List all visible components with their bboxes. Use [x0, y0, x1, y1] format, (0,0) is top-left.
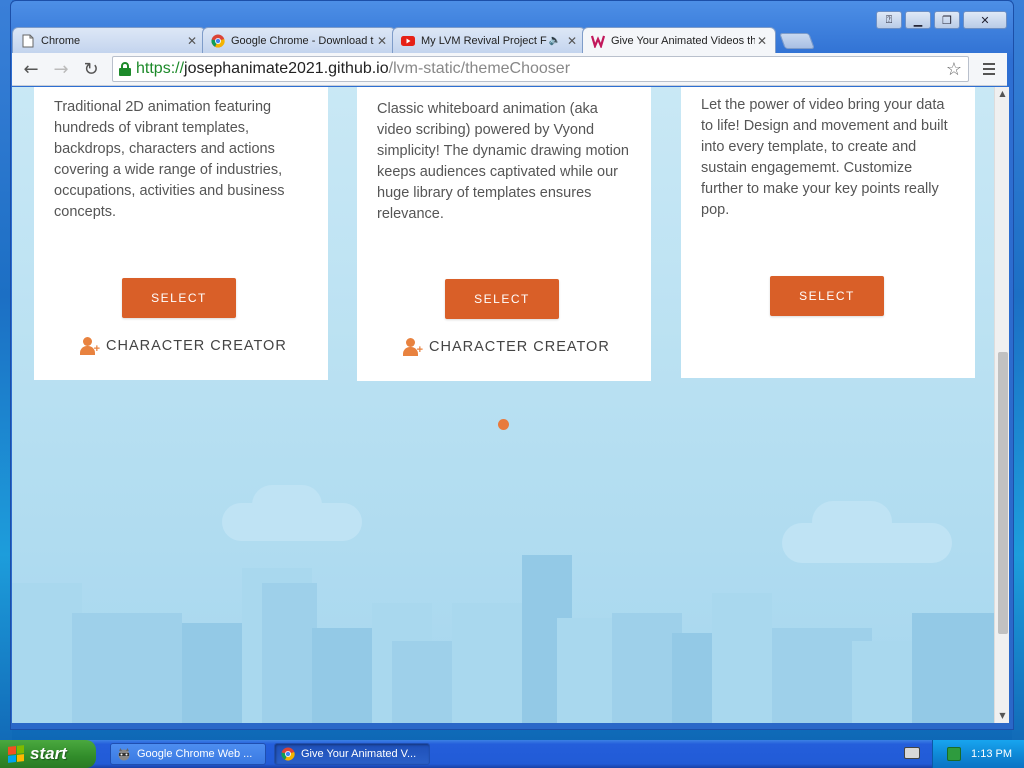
- page-content: Traditional 2D animation featuring hundr…: [12, 87, 994, 723]
- theme-card-infographics: Let the power of video bring your data t…: [681, 87, 975, 378]
- select-button[interactable]: SELECT: [445, 279, 559, 319]
- tab-give-your-animated-videos[interactable]: Give Your Animated Videos th ✕: [582, 27, 776, 53]
- windows-flag-icon: [8, 745, 24, 763]
- back-button[interactable]: ←: [18, 56, 44, 82]
- tab-label: Give Your Animated Videos th: [611, 34, 755, 47]
- tab-strip: Chrome ✕ Google Chrome - Download t ✕ My…: [12, 27, 815, 53]
- start-button[interactable]: start: [0, 740, 96, 768]
- character-creator-link[interactable]: + CHARACTER CREATOR: [403, 338, 610, 356]
- theme-description: Traditional 2D animation featuring hundr…: [54, 99, 285, 220]
- add-user-icon: +: [80, 337, 100, 355]
- bookmark-star-icon[interactable]: ☆: [946, 59, 962, 80]
- tab-close-icon[interactable]: ✕: [185, 34, 199, 48]
- url-host: josephanimate2021.github.io: [184, 60, 389, 77]
- theme-card-traditional: Traditional 2D animation featuring hundr…: [34, 87, 328, 380]
- select-button[interactable]: SELECT: [770, 276, 884, 316]
- tab-google-chrome-download[interactable]: Google Chrome - Download t ✕: [202, 27, 396, 53]
- clock[interactable]: 1:13 PM: [971, 748, 1012, 760]
- restore-button[interactable]: ❐: [934, 11, 960, 29]
- url-path: /lvm-static/themeChooser: [388, 60, 571, 77]
- url-scheme: https://: [136, 60, 185, 77]
- taskbar-button-chrome-web-store[interactable]: Google Chrome Web ...: [110, 743, 266, 765]
- start-label: start: [30, 744, 67, 763]
- taskbar: start Google Chrome Web ... Give Your An…: [0, 740, 1024, 768]
- scroll-up-arrow-icon[interactable]: ▲: [995, 87, 1010, 101]
- close-window-button[interactable]: ✕: [963, 11, 1007, 29]
- raccoon-icon: [117, 747, 131, 761]
- scroll-down-arrow-icon[interactable]: ▼: [995, 709, 1010, 723]
- address-bar[interactable]: https:// josephanimate2021.github.io /lv…: [112, 56, 969, 82]
- system-tray: 1:13 PM: [932, 740, 1024, 768]
- page-scrollbar[interactable]: ▲ ▼: [994, 87, 1009, 723]
- taskbar-button-label: Google Chrome Web ...: [137, 748, 253, 760]
- reload-button[interactable]: ↻: [78, 56, 104, 82]
- taskbar-button-give-your-animated[interactable]: Give Your Animated V...: [274, 743, 430, 765]
- theme-card-whiteboard: Classic whiteboard animation (aka video …: [357, 87, 651, 381]
- lock-icon[interactable]: [119, 62, 131, 76]
- tab-close-icon[interactable]: ✕: [375, 34, 389, 48]
- tab-close-icon[interactable]: ✕: [565, 34, 579, 48]
- help-button[interactable]: ⍰: [876, 11, 902, 29]
- theme-description: Classic whiteboard animation (aka video …: [377, 101, 629, 222]
- chrome-icon: [281, 747, 295, 761]
- theme-description: Let the power of video bring your data t…: [701, 97, 948, 218]
- chrome-menu-icon[interactable]: [977, 56, 1001, 82]
- add-user-icon: +: [403, 338, 423, 356]
- character-creator-label: CHARACTER CREATOR: [429, 339, 610, 355]
- tab-close-icon[interactable]: ✕: [755, 34, 769, 48]
- page-icon: [21, 34, 35, 48]
- window-controls: ⍰ ▁ ❐ ✕: [876, 11, 1007, 29]
- tab-label: Chrome: [41, 34, 81, 47]
- select-button[interactable]: SELECT: [122, 278, 236, 318]
- scrollbar-thumb[interactable]: [998, 352, 1008, 634]
- tab-label: Google Chrome - Download t: [231, 34, 374, 47]
- city-skyline-background: [12, 485, 994, 723]
- browser-toolbar: ← → ↻ https:// josephanimate2021.github.…: [12, 53, 1007, 86]
- taskbar-button-label: Give Your Animated V...: [301, 748, 417, 760]
- tab-my-lvm-revival[interactable]: My LVM Revival Project F 🔈 ✕: [392, 27, 586, 53]
- keyboard-icon[interactable]: [904, 747, 920, 759]
- forward-button[interactable]: →: [48, 56, 74, 82]
- character-creator-link[interactable]: + CHARACTER CREATOR: [80, 337, 287, 355]
- new-tab-button[interactable]: [779, 33, 815, 49]
- tab-chrome[interactable]: Chrome ✕: [12, 27, 206, 53]
- chrome-icon: [211, 34, 225, 48]
- pagination-dot[interactable]: [498, 419, 509, 430]
- character-creator-label: CHARACTER CREATOR: [106, 338, 287, 354]
- youtube-icon: [401, 34, 415, 48]
- minimize-button[interactable]: ▁: [905, 11, 931, 29]
- site-w-icon: [591, 34, 605, 48]
- tab-label: My LVM Revival Project F: [421, 34, 547, 47]
- network-icon[interactable]: [947, 747, 962, 761]
- audio-playing-icon[interactable]: 🔈: [549, 35, 561, 46]
